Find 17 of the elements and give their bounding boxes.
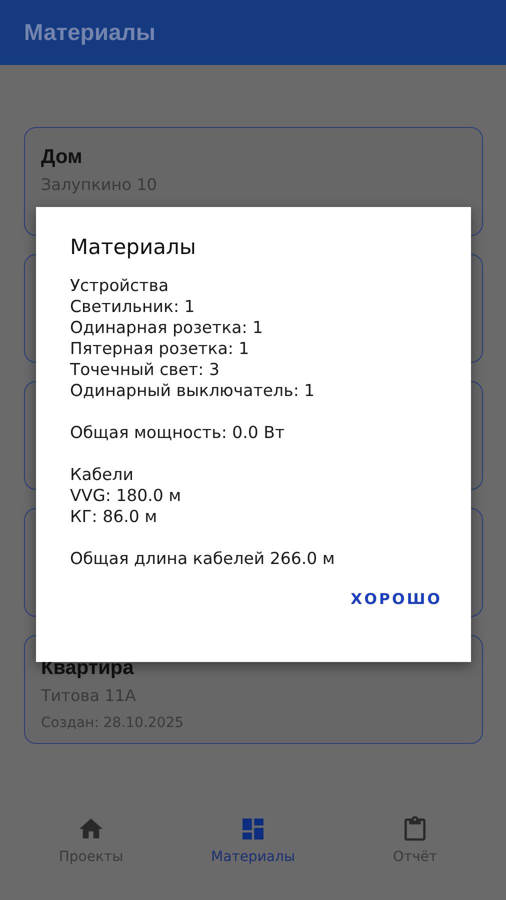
- project-title: Дом: [41, 146, 82, 169]
- material-line: КГ: 86.0 м: [70, 506, 158, 527]
- material-line: Одинарная розетка: 1: [70, 317, 264, 338]
- material-line: Пятерная розетка: 1: [70, 338, 250, 359]
- dialog-title: Материалы: [70, 235, 196, 259]
- material-line: Светильник: 1: [70, 296, 195, 317]
- material-line: Общая длина кабелей 266.0 м: [70, 548, 335, 569]
- material-line: Точечный свет: 3: [70, 359, 220, 380]
- nav-tab[interactable]: Материалы: [178, 815, 328, 865]
- ok-button[interactable]: ХОРОШО: [348, 586, 444, 612]
- material-line: Общая мощность: 0.0 Вт: [70, 422, 285, 443]
- app-title: Материалы: [24, 19, 156, 46]
- material-line: VVG: 180.0 м: [70, 485, 182, 506]
- material-line: Устройства: [70, 275, 169, 296]
- project-title: Квартира: [41, 657, 134, 680]
- material-line: Кабели: [70, 464, 134, 485]
- material-line: Одинарный выключатель: 1: [70, 380, 315, 401]
